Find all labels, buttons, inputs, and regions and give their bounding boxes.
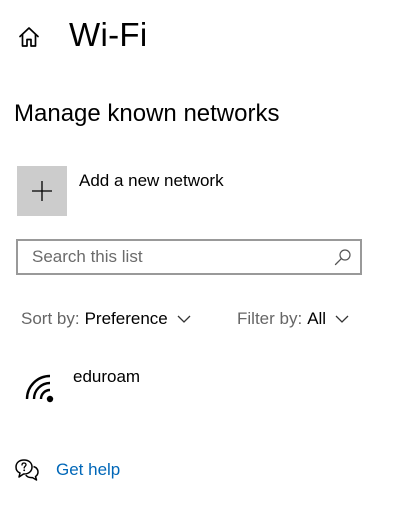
- network-item-eduroam[interactable]: eduroam: [18, 364, 358, 410]
- network-name: eduroam: [73, 367, 141, 386]
- search-icon[interactable]: [334, 248, 352, 266]
- filter-by-dropdown[interactable]: Filter by: All: [237, 308, 349, 330]
- get-help-label[interactable]: Get help: [56, 459, 120, 481]
- chevron-down-icon: [335, 315, 349, 323]
- page-title: Wi-Fi: [69, 16, 148, 53]
- search-input[interactable]: [18, 241, 318, 273]
- home-icon: [19, 27, 39, 47]
- help-chat-icon: [15, 459, 39, 481]
- search-box[interactable]: [16, 239, 362, 275]
- home-button[interactable]: [14, 22, 44, 52]
- chevron-down-icon: [177, 315, 191, 323]
- sort-by-dropdown[interactable]: Sort by: Preference: [21, 308, 191, 330]
- get-help-link[interactable]: Get help: [14, 457, 120, 483]
- add-network-label[interactable]: Add a new network: [79, 170, 224, 192]
- sort-by-value: Preference: [84, 309, 168, 328]
- add-network-button[interactable]: Add a new network: [17, 166, 297, 218]
- wifi-signal-icon: [25, 374, 54, 403]
- section-heading: Manage known networks: [14, 100, 280, 127]
- plus-icon: [32, 181, 52, 201]
- add-network-tile[interactable]: [17, 166, 67, 216]
- sort-by-label: Sort by:: [21, 309, 80, 328]
- filter-by-label: Filter by:: [237, 309, 303, 328]
- filter-by-value: All: [307, 309, 327, 328]
